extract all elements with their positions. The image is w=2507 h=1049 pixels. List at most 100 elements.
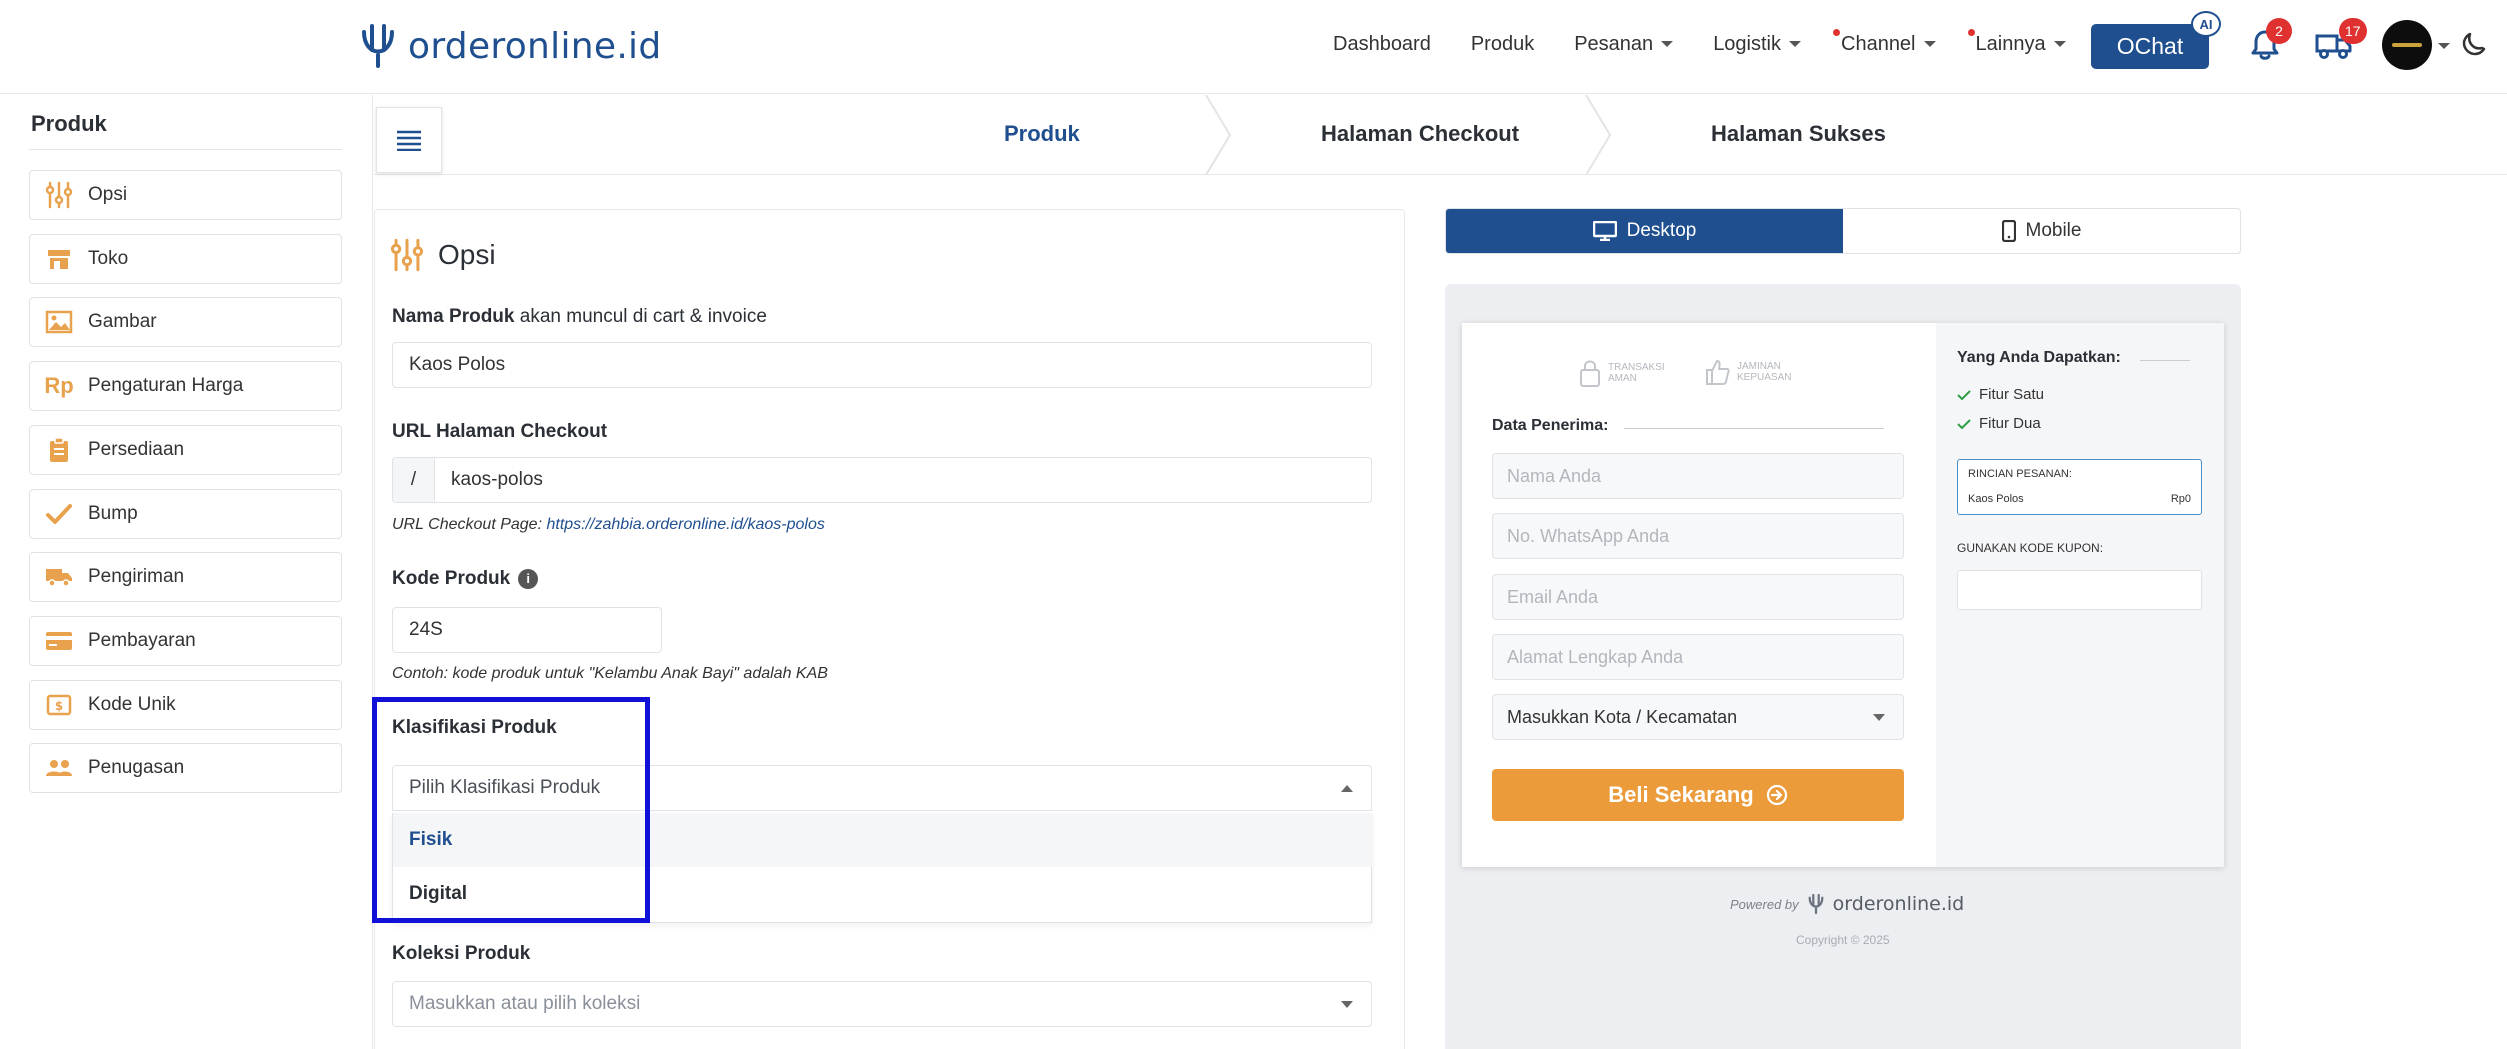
trust-badge-guarantee: JAMINAN KEPUASAN [1705,358,1791,386]
preview-name-field[interactable]: Nama Anda [1492,453,1904,499]
nav-produk[interactable]: Produk [1471,33,1534,56]
checkout-url-label: URL Halaman Checkout [392,421,607,443]
ochat-button[interactable]: OChat [2091,24,2209,69]
sidebar-toggle-button[interactable] [376,107,442,173]
buy-now-button[interactable]: Beli Sekarang [1492,769,1904,821]
product-code-input[interactable]: 24S [392,607,662,653]
preview-email-field[interactable]: Email Anda [1492,574,1904,620]
brand-logo[interactable]: orderonline.id [358,22,662,70]
step-separator-icon [1205,95,1232,175]
sidebar-item-pengaturan-harga[interactable]: Rp Pengaturan Harga [29,361,342,411]
copyright-text: Copyright © 2025 [1796,933,1890,947]
ochat-label: OChat [2116,33,2184,59]
select-placeholder: Masukkan atau pilih koleksi [409,993,641,1014]
nav-channel[interactable]: Channel [1833,28,1936,56]
sidebar-item-opsi[interactable]: Opsi [29,170,342,220]
checkout-url-input[interactable]: kaos-polos [434,457,1372,503]
shipping-button[interactable]: 17 [2309,18,2367,70]
image-icon [44,307,74,337]
nav-label: Channel [1841,32,1916,55]
powered-text: Powered by [1730,896,1799,912]
info-icon[interactable]: i [518,568,539,589]
tab-desktop[interactable]: Desktop [1446,209,1843,253]
main-nav: Dashboard Produk Pesanan Logistik Channe… [1333,0,2106,88]
sidebar-item-persediaan[interactable]: Persediaan [29,425,342,475]
input-value: 24S [409,619,443,640]
new-indicator-dot [1967,28,1975,36]
step-halaman-checkout[interactable]: Halaman Checkout [1321,121,1519,147]
step-produk[interactable]: Produk [1004,121,1080,147]
step-separator-icon [1585,95,1612,175]
label-bold: Kode Produk [392,568,511,589]
notifications-button[interactable]: 2 [2240,18,2292,70]
store-icon [44,244,74,274]
tab-mobile[interactable]: Mobile [1843,209,2240,253]
preview-device-toggle: Desktop Mobile [1445,208,2241,254]
svg-text:$: $ [55,699,63,713]
money-icon: $ [44,690,74,720]
coupon-input[interactable] [1957,570,2202,610]
order-details-box: RINCIAN PESANAN: Kaos Polos Rp0 [1957,459,2202,515]
sliders-icon [44,180,74,210]
chevron-down-icon [1923,41,1936,47]
trust-line: JAMINAN [1737,361,1781,372]
sidebar-item-label: Toko [88,248,129,269]
collection-label: Koleksi Produk [392,943,530,965]
sidebar-item-label: Pengiriman [88,566,185,587]
sidebar-item-label: Kode Unik [88,694,176,715]
chevron-down-icon [1873,714,1885,721]
nav-pesanan[interactable]: Pesanan [1574,32,1674,56]
nav-dashboard[interactable]: Dashboard [1333,33,1431,56]
checkout-url-hint: URL Checkout Page: https://zahbia.ordero… [392,516,825,534]
sidebar-item-bump[interactable]: Bump [29,489,342,539]
button-label: Beli Sekarang [1608,782,1754,807]
orderonline-logo-icon [1808,893,1824,915]
sidebar-item-label: Opsi [88,184,128,205]
checkout-url-link[interactable]: https://zahbia.orderonline.id/kaos-polos [546,516,824,533]
product-name-input[interactable]: Kaos Polos [392,342,1372,388]
avatar[interactable] [2382,20,2432,70]
feature-item: Fitur Satu [1957,386,2044,403]
sidebar-item-pengiriman[interactable]: Pengiriman [29,552,342,602]
url-prefix: / [392,457,434,503]
nav-label: Lainnya [1975,32,2046,55]
preview-address-field[interactable]: Alamat Lengkap Anda [1492,634,1904,680]
select-value: Masukkan Kota / Kecamatan [1507,706,1738,727]
chevron-down-icon [1661,41,1674,47]
new-indicator-dot [1833,28,1840,36]
step-halaman-sukses[interactable]: Halaman Sukses [1711,121,1886,147]
preview-city-select[interactable]: Masukkan Kota / Kecamatan [1492,694,1904,740]
chevron-down-icon[interactable] [2438,43,2450,49]
sidebar-item-gambar[interactable]: Gambar [29,297,342,347]
arrow-circle-right-icon [1766,784,1787,806]
sidebar-item-toko[interactable]: Toko [29,234,342,284]
preview-whatsapp-field[interactable]: No. WhatsApp Anda [1492,513,1904,559]
sidebar-item-penugasan[interactable]: Penugasan [29,743,342,793]
nav-lainnya[interactable]: Lainnya [1967,28,2066,56]
tab-label: Mobile [2025,220,2082,241]
dark-mode-toggle[interactable] [2460,29,2488,62]
feature-label: Fitur Dua [1979,415,2041,432]
divider [2140,360,2190,361]
product-code-label: Kode Produk i [392,568,539,590]
nav-label: Dashboard [1333,32,1431,55]
input-value: kaos-polos [451,469,543,490]
credit-card-icon [44,626,74,656]
collection-select[interactable]: Masukkan atau pilih koleksi [392,981,1372,1027]
users-icon [44,753,74,783]
order-item-name: Kaos Polos [1968,493,2024,505]
sidebar-item-label: Penugasan [88,757,185,778]
product-name-label: Nama Produk akan muncul di cart & invoic… [392,306,767,328]
feature-label: Fitur Satu [1979,386,2045,403]
nav-label: Produk [1470,32,1535,55]
avatar-logo-icon [2392,43,2422,47]
section-title: Opsi [438,239,496,270]
nav-label: Pesanan [1574,32,1654,55]
sidebar-item-pembayaran[interactable]: Pembayaran [29,616,342,666]
sidebar-item-label: Pengaturan Harga [88,375,244,396]
order-details-title: RINCIAN PESANAN: [1968,468,2072,480]
truck-icon [44,562,74,592]
label-bold: Koleksi Produk [392,943,531,964]
sidebar-item-kode-unik[interactable]: $ Kode Unik [29,680,342,730]
nav-logistik[interactable]: Logistik [1713,33,1801,56]
